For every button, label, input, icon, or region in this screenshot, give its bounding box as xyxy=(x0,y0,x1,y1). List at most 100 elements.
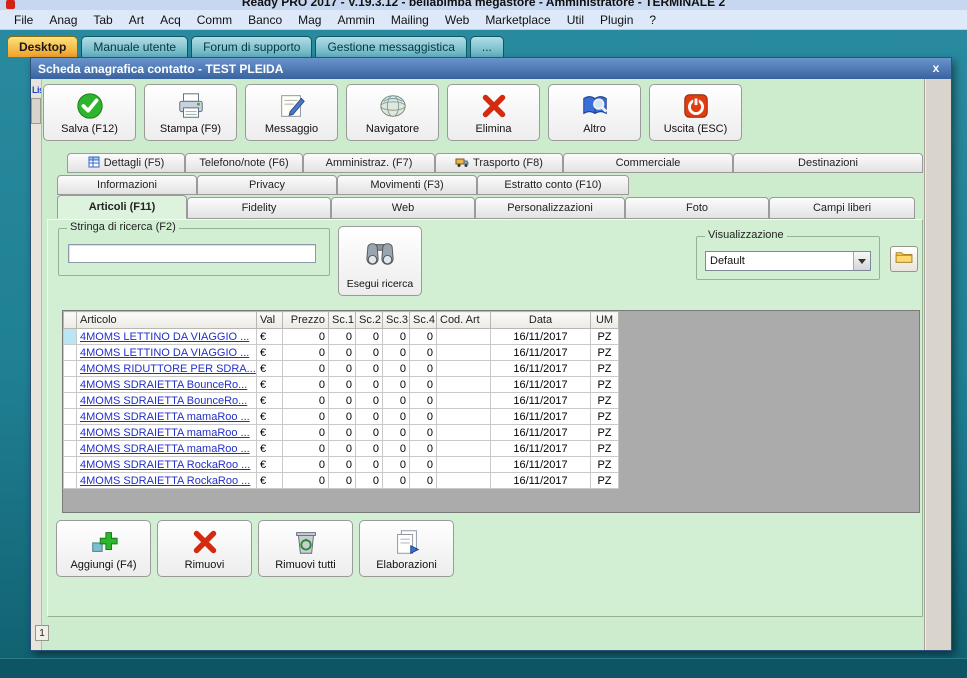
tab-destinazioni[interactable]: Destinazioni xyxy=(733,153,923,173)
table-row[interactable]: 4MOMS SDRAIETTA mamaRoo ... € 0 0 0 0 0 … xyxy=(63,408,619,425)
table-row[interactable]: 4MOMS SDRAIETTA RockaRoo ... € 0 0 0 0 0… xyxy=(63,456,619,473)
menu-plugin[interactable]: Plugin xyxy=(592,11,641,29)
uscita-button[interactable]: Uscita (ESC) xyxy=(649,84,742,141)
row-selector[interactable] xyxy=(63,344,77,361)
close-icon[interactable]: x xyxy=(928,61,944,77)
row-selector[interactable] xyxy=(63,472,77,489)
article-link[interactable]: 4MOMS SDRAIETTA RockaRoo ... xyxy=(80,475,250,487)
menu-ammin[interactable]: Ammin xyxy=(329,11,382,29)
trash-recycle-icon xyxy=(291,524,321,559)
table-row[interactable]: 4MOMS LETTINO DA VIAGGIO ... € 0 0 0 0 0… xyxy=(63,344,619,361)
article-link[interactable]: 4MOMS SDRAIETTA mamaRoo ... xyxy=(80,443,250,455)
cell-um: PZ xyxy=(590,472,619,489)
tab-desktop[interactable]: Desktop xyxy=(7,36,79,57)
row-selector[interactable] xyxy=(63,392,77,409)
col-header-cod-art[interactable]: Cod. Art xyxy=(436,311,491,329)
table-row[interactable]: 4MOMS SDRAIETTA BounceRo... € 0 0 0 0 0 … xyxy=(63,376,619,393)
altro-button[interactable]: Altro xyxy=(548,84,641,141)
tab-fidelity[interactable]: Fidelity xyxy=(187,197,331,219)
tab-dettagli[interactable]: Dettagli (F5) xyxy=(67,153,185,173)
col-header-sc4[interactable]: Sc.4 xyxy=(409,311,437,329)
tab-articoli[interactable]: Articoli (F11) xyxy=(57,195,187,219)
article-link[interactable]: 4MOMS LETTINO DA VIAGGIO ... xyxy=(80,331,249,343)
tab-gestione-messaggistica[interactable]: Gestione messaggistica xyxy=(315,36,467,57)
menu-anag[interactable]: Anag xyxy=(41,11,85,29)
table-row[interactable]: 4MOMS SDRAIETTA RockaRoo ... € 0 0 0 0 0… xyxy=(63,472,619,489)
tab-estratto-conto[interactable]: Estratto conto (F10) xyxy=(477,175,629,195)
article-link[interactable]: 4MOMS SDRAIETTA BounceRo... xyxy=(80,379,247,391)
tab-trasporto[interactable]: Trasporto (F8) xyxy=(435,153,563,173)
menu-file[interactable]: File xyxy=(6,11,41,29)
table-row[interactable]: 4MOMS SDRAIETTA mamaRoo ... € 0 0 0 0 0 … xyxy=(63,424,619,441)
article-link[interactable]: 4MOMS LETTINO DA VIAGGIO ... xyxy=(80,347,249,359)
row-selector[interactable] xyxy=(63,424,77,441)
rimuovi-tutti-button[interactable]: Rimuovi tutti xyxy=(258,520,353,577)
row-selector[interactable] xyxy=(63,456,77,473)
tab-web[interactable]: Web xyxy=(331,197,475,219)
tab-amministraz[interactable]: Amministraz. (F7) xyxy=(303,153,435,173)
stampa-button[interactable]: Stampa (F9) xyxy=(144,84,237,141)
col-header-val[interactable]: Val xyxy=(256,311,283,329)
search-input[interactable] xyxy=(68,244,316,263)
visualizzazione-select[interactable]: Default xyxy=(705,251,871,271)
menu-util[interactable]: Util xyxy=(559,11,592,29)
col-header-articolo[interactable]: Articolo xyxy=(76,311,257,329)
menu-mailing[interactable]: Mailing xyxy=(383,11,437,29)
row-selector[interactable] xyxy=(63,440,77,457)
tab-personalizzazioni[interactable]: Personalizzazioni xyxy=(475,197,625,219)
elimina-button[interactable]: Elimina xyxy=(447,84,540,141)
article-link[interactable]: 4MOMS RIDUTTORE PER SDRA... xyxy=(80,363,256,375)
row-selector[interactable] xyxy=(63,328,77,345)
menu-comm[interactable]: Comm xyxy=(189,11,240,29)
article-link[interactable]: 4MOMS SDRAIETTA mamaRoo ... xyxy=(80,427,250,439)
table-row[interactable]: 4MOMS RIDUTTORE PER SDRA... € 0 0 0 0 0 … xyxy=(63,360,619,377)
tab-campi-liberi-label: Campi liberi xyxy=(812,202,872,214)
menu-banco[interactable]: Banco xyxy=(240,11,290,29)
tab-commerciale[interactable]: Commerciale xyxy=(563,153,733,173)
tab-trasporto-label: Trasporto (F8) xyxy=(473,157,543,169)
article-link[interactable]: 4MOMS SDRAIETTA RockaRoo ... xyxy=(80,459,250,471)
open-view-button[interactable] xyxy=(890,246,918,272)
esegui-ricerca-button[interactable]: Esegui ricerca xyxy=(338,226,422,296)
tab-foto[interactable]: Foto xyxy=(625,197,769,219)
table-row[interactable]: 4MOMS LETTINO DA VIAGGIO ... € 0 0 0 0 0… xyxy=(63,328,619,345)
article-link[interactable]: 4MOMS SDRAIETTA BounceRo... xyxy=(80,395,247,407)
chevron-down-icon[interactable] xyxy=(853,252,870,270)
row-selector[interactable] xyxy=(63,360,77,377)
navigatore-button[interactable]: Navigatore xyxy=(346,84,439,141)
col-header-sc1[interactable]: Sc.1 xyxy=(328,311,356,329)
menu-art[interactable]: Art xyxy=(121,11,152,29)
tab-movimenti[interactable]: Movimenti (F3) xyxy=(337,175,477,195)
col-header-sc3[interactable]: Sc.3 xyxy=(382,311,410,329)
article-link[interactable]: 4MOMS SDRAIETTA mamaRoo ... xyxy=(80,411,250,423)
col-header-um[interactable]: UM xyxy=(590,311,619,329)
col-header-prezzo[interactable]: Prezzo xyxy=(282,311,329,329)
tab-campi-liberi[interactable]: Campi liberi xyxy=(769,197,915,219)
tab-forum-di-supporto[interactable]: Forum di supporto xyxy=(191,36,313,57)
tab-more[interactable]: ... xyxy=(469,36,504,57)
elaborazioni-button[interactable]: Elaborazioni xyxy=(359,520,454,577)
aggiungi-button[interactable]: Aggiungi (F4) xyxy=(56,520,151,577)
menu-marketplace[interactable]: Marketplace xyxy=(477,11,558,29)
row-selector[interactable] xyxy=(63,408,77,425)
tab-informazioni[interactable]: Informazioni xyxy=(57,175,197,195)
menu-tab[interactable]: Tab xyxy=(85,11,120,29)
salva-button[interactable]: Salva (F12) xyxy=(43,84,136,141)
tab-telefono-note[interactable]: Telefono/note (F6) xyxy=(185,153,303,173)
menu-mag[interactable]: Mag xyxy=(290,11,329,29)
menu-web[interactable]: Web xyxy=(437,11,477,29)
col-header-data[interactable]: Data xyxy=(490,311,591,329)
messaggio-button[interactable]: Messaggio xyxy=(245,84,338,141)
row-selector[interactable] xyxy=(63,376,77,393)
rimuovi-button[interactable]: Rimuovi xyxy=(157,520,252,577)
menu-help[interactable]: ? xyxy=(641,11,664,29)
menu-acq[interactable]: Acq xyxy=(152,11,189,29)
tab-privacy[interactable]: Privacy xyxy=(197,175,337,195)
col-header-sc2[interactable]: Sc.2 xyxy=(355,311,383,329)
cell-data: 16/11/2017 xyxy=(490,392,591,409)
table-row[interactable]: 4MOMS SDRAIETTA mamaRoo ... € 0 0 0 0 0 … xyxy=(63,440,619,457)
table-row[interactable]: 4MOMS SDRAIETTA BounceRo... € 0 0 0 0 0 … xyxy=(63,392,619,409)
visualizzazione-label: Visualizzazione xyxy=(705,229,787,241)
tab-manuale-utente[interactable]: Manuale utente xyxy=(81,36,189,57)
dialog-titlebar[interactable]: Scheda anagrafica contatto - TEST PLEIDA… xyxy=(31,58,951,79)
